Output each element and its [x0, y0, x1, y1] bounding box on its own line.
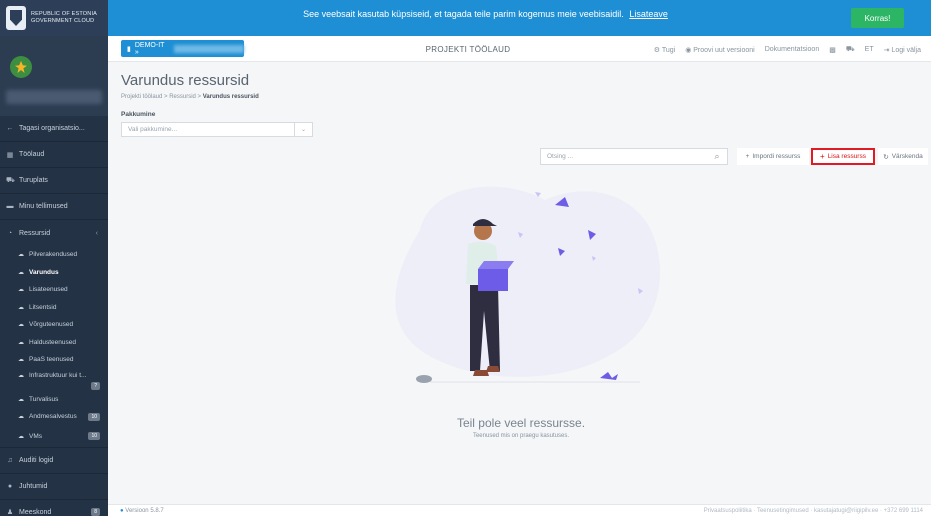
empty-state-title: Teil pole veel ressursse.: [456, 416, 586, 430]
info-icon: ●: [120, 508, 124, 514]
footer: ● Versioon 5.8.7 Privaatsuspoliitika · T…: [108, 504, 931, 516]
footer-links[interactable]: Privaatsuspoliitika · Teenusetingimused …: [704, 508, 923, 514]
version-text: Versioon 5.8.7: [125, 508, 164, 514]
version-label: ● Versioon 5.8.7: [120, 508, 164, 514]
empty-state-subtitle: Teenused mis on praegu kasutuses.: [472, 433, 570, 439]
